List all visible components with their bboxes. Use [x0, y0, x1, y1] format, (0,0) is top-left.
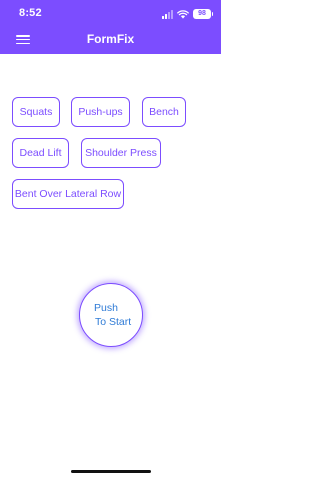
push-to-start-button[interactable]: Push To Start	[79, 283, 143, 347]
exercise-shoulder-press-button[interactable]: Shoulder Press	[81, 138, 161, 168]
app-header: 8:52 98 FormFix	[0, 0, 221, 54]
start-button-line1: Push	[94, 302, 118, 314]
status-icons: 98	[162, 8, 213, 20]
exercise-bench-button[interactable]: Bench	[142, 97, 186, 127]
cellular-signal-icon	[162, 9, 173, 19]
app-title: FormFix	[86, 32, 135, 46]
exercise-squats-button[interactable]: Squats	[12, 97, 60, 127]
start-button-line2: To Start	[95, 316, 132, 328]
battery-icon: 98	[193, 9, 213, 19]
status-time: 8:52	[19, 7, 42, 19]
wifi-icon	[177, 9, 189, 19]
exercise-push-ups-button[interactable]: Push-ups	[71, 97, 130, 127]
home-indicator[interactable]	[71, 470, 151, 473]
status-bar: 8:52 98	[0, 0, 221, 28]
exercise-bent-over-lateral-row-button[interactable]: Bent Over Lateral Row	[12, 179, 124, 209]
exercise-dead-lift-button[interactable]: Dead Lift	[12, 138, 69, 168]
